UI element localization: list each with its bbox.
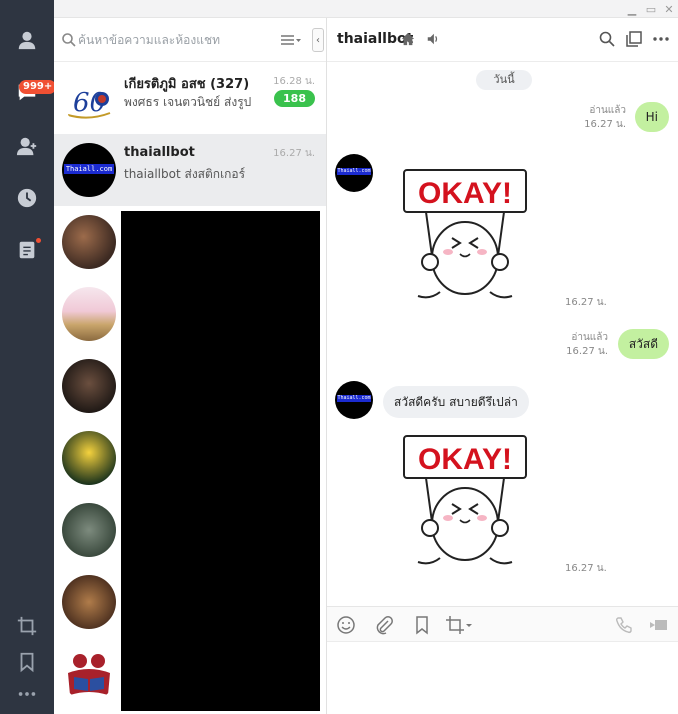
sticker-text: OKAY!: [418, 177, 512, 210]
message-time: 16.27 น.: [566, 346, 608, 357]
screenshot-crop-icon[interactable]: [445, 615, 473, 635]
book-logo-icon: [68, 654, 110, 695]
chat-list-panel: ‹ 60 เกียรติภูมิ อสช (327) 16.28 น. พงศธ…: [54, 18, 327, 714]
bookmark-icon: [20, 652, 34, 673]
collapse-list-button[interactable]: ‹: [312, 28, 324, 52]
search-input[interactable]: [78, 30, 298, 50]
message-time: 16.27 น.: [565, 297, 607, 308]
group-photo-avatar: [62, 359, 116, 413]
chat-name: thaiallbot: [124, 145, 195, 160]
landscape-photo-avatar: [62, 503, 116, 557]
chat-name: เกียรติภูมิ อสช (327): [124, 77, 250, 92]
anniversary-logo-icon: 60: [67, 88, 111, 119]
avatar-label: Thaiall.com: [337, 168, 371, 175]
screenshot-button[interactable]: [0, 606, 54, 646]
home-icon[interactable]: [401, 32, 415, 46]
chat-header: thaiallbot: [327, 18, 678, 62]
okay-sticker[interactable]: OKAY!: [400, 432, 530, 572]
clock-icon: [17, 188, 37, 208]
composer-toolbar: [327, 606, 678, 642]
search-icon[interactable]: [598, 30, 616, 48]
message-input[interactable]: [327, 642, 678, 714]
chat-list-item[interactable]: 60 เกียรติภูมิ อสช (327) 16.28 น. พงศธร …: [54, 62, 326, 134]
note-icon: [19, 241, 35, 259]
thaiallbot-avatar: Thaiall.com: [62, 143, 116, 197]
emoji-icon[interactable]: [336, 615, 356, 635]
close-icon: ✕: [664, 2, 674, 16]
message-time: 16.27 น.: [565, 563, 607, 574]
chat-panel: thaiallbot วันนี้ อ่านแล้ว 16.27 น. Hi T…: [327, 18, 678, 714]
okay-sticker[interactable]: OKAY!: [400, 166, 530, 306]
video-call-icon[interactable]: [649, 615, 669, 635]
message-meta: อ่านแล้ว 16.27 น.: [584, 104, 626, 132]
close-button[interactable]: ✕: [661, 1, 677, 17]
minimize-button[interactable]: ▁: [624, 1, 640, 17]
chat-time: 16.27 น.: [273, 148, 315, 159]
crop-icon: [17, 616, 37, 636]
more-menu-button[interactable]: [0, 674, 54, 714]
add-friend-nav-button[interactable]: [0, 126, 54, 166]
minimize-icon: ▁: [627, 2, 637, 16]
avatar-label: Thaiall.com: [64, 164, 114, 174]
chat-preview: thaiallbot ส่งสติกเกอร์: [124, 167, 246, 181]
friends-nav-button[interactable]: [0, 20, 54, 60]
read-receipt: อ่านแล้ว: [571, 332, 608, 343]
line-app-window: 999+ ▁ ▭ ✕ ‹: [0, 0, 678, 714]
window-titlebar: ▁ ▭ ✕: [54, 0, 678, 18]
voice-call-icon[interactable]: [614, 615, 634, 635]
avatar-label: Thaiall.com: [337, 395, 371, 402]
notes-nav-button[interactable]: [0, 230, 54, 270]
speaker-icon[interactable]: [426, 32, 440, 46]
message-meta: อ่านแล้ว 16.27 น.: [566, 331, 608, 359]
message-time: 16.27 น.: [584, 119, 626, 130]
chevron-left-icon: ‹: [316, 34, 320, 46]
sender-avatar[interactable]: Thaiall.com: [335, 381, 373, 419]
maximize-button[interactable]: ▭: [643, 1, 659, 17]
attach-file-icon[interactable]: [374, 615, 394, 635]
more-dots-icon: [18, 692, 36, 696]
person-icon: [18, 31, 36, 50]
event-poster-avatar: [62, 287, 116, 341]
lotus-photo-avatar: [62, 431, 116, 485]
notes-notification-dot: [36, 238, 41, 243]
keep-bookmark-icon[interactable]: [412, 615, 432, 635]
unread-badge: 999+: [19, 80, 57, 94]
group-logo-avatar: 60: [62, 71, 116, 125]
incoming-message[interactable]: สวัสดีครับ สบายดีรึเปล่า: [383, 386, 529, 418]
sender-avatar[interactable]: Thaiall.com: [335, 154, 373, 192]
date-separator: วันนี้: [476, 70, 532, 90]
chat-time: 16.28 น.: [273, 76, 315, 87]
unread-count-badge: 188: [274, 90, 315, 107]
chat-list-item-selected[interactable]: Thaiall.com thaiallbot 16.27 น. thaiallb…: [54, 134, 326, 206]
sort-menu-icon[interactable]: [280, 31, 302, 49]
group-photo-avatar: [62, 575, 116, 629]
read-receipt: อ่านแล้ว: [589, 105, 626, 116]
group-photo-avatar: [62, 215, 116, 269]
copy-window-icon[interactable]: [625, 30, 643, 48]
outgoing-message[interactable]: สวัสดี: [617, 329, 669, 359]
left-rail: 999+: [0, 0, 57, 714]
redacted-area: [121, 211, 320, 711]
chat-preview: พงศธร เจนตวนิชย์ ส่งรูป: [124, 95, 252, 109]
book-logo-avatar: [62, 647, 116, 701]
sticker-text: OKAY!: [418, 443, 512, 476]
maximize-icon: ▭: [645, 2, 657, 16]
outgoing-message[interactable]: Hi: [634, 102, 669, 132]
timeline-nav-button[interactable]: [0, 178, 54, 218]
search-bar: ‹: [54, 18, 326, 62]
add-person-icon: [16, 137, 37, 156]
more-dots-icon[interactable]: [652, 30, 670, 48]
search-icon: [62, 33, 76, 47]
